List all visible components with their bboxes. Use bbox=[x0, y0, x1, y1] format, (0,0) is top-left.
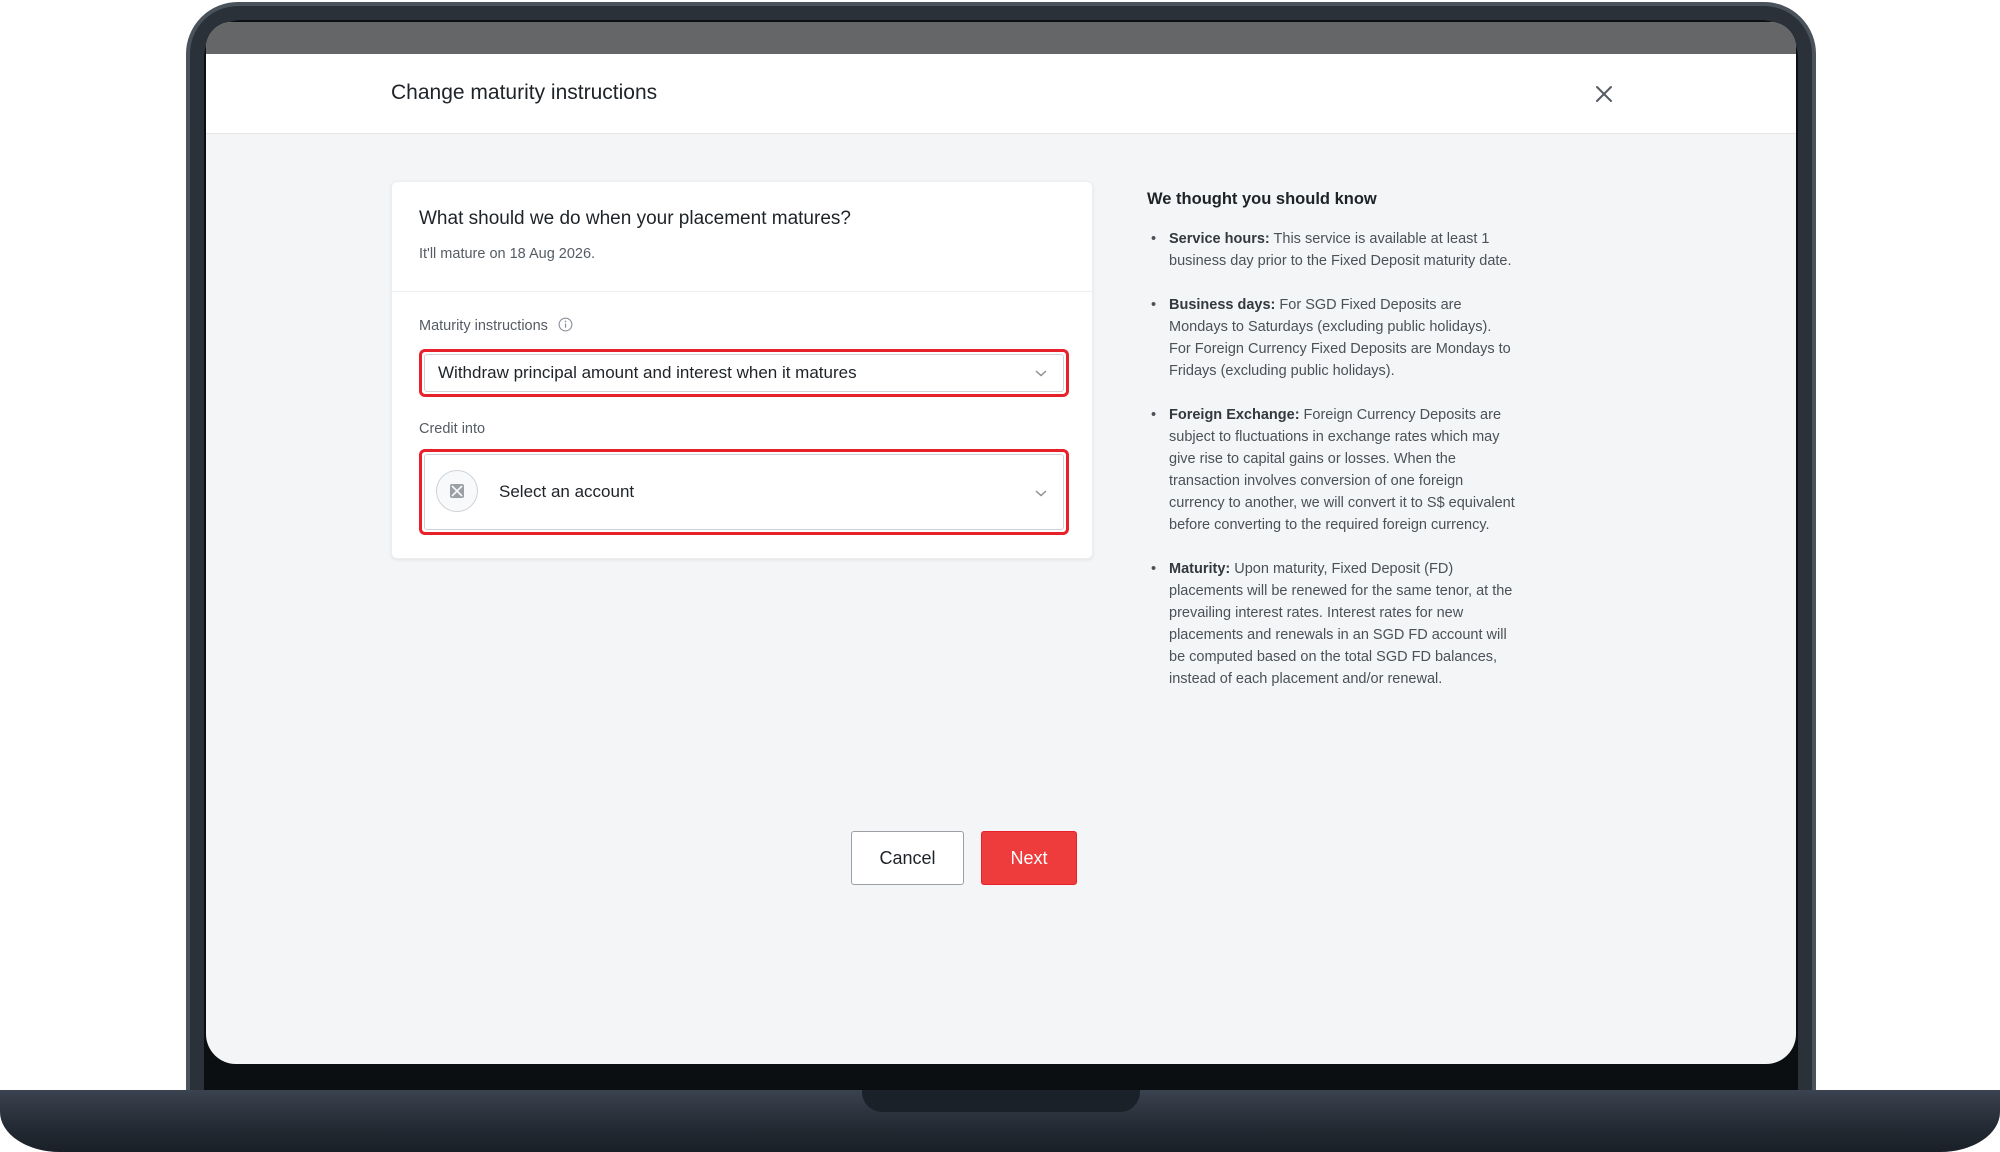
info-item-service-hours: Service hours: This service is available… bbox=[1147, 228, 1517, 272]
chevron-down-icon bbox=[1035, 490, 1047, 497]
maturity-instructions-select[interactable]: Withdraw principal amount and interest w… bbox=[419, 349, 1069, 397]
card-header: What should we do when your placement ma… bbox=[392, 182, 1092, 292]
info-icon[interactable] bbox=[558, 317, 573, 332]
close-icon bbox=[1596, 86, 1612, 102]
card-question: What should we do when your placement ma… bbox=[419, 208, 851, 229]
browser-topbar bbox=[206, 22, 1796, 54]
info-panel-title: We thought you should know bbox=[1147, 190, 1377, 208]
maturity-instructions-label: Maturity instructions bbox=[419, 317, 573, 334]
credit-account-placeholder: Select an account bbox=[499, 482, 635, 501]
maturity-instructions-value: Withdraw principal amount and interest w… bbox=[438, 363, 857, 382]
screen: Change maturity instructions What should… bbox=[206, 22, 1796, 1064]
laptop-notch bbox=[862, 1090, 1140, 1112]
chevron-down-icon bbox=[1035, 370, 1047, 377]
info-item-business-days: Business days: For SGD Fixed Deposits ar… bbox=[1147, 294, 1517, 382]
next-button[interactable]: Next bbox=[981, 831, 1077, 885]
credit-into-label: Credit into bbox=[419, 421, 486, 437]
modal-header: Change maturity instructions bbox=[206, 54, 1796, 134]
maturity-date-text: It'll mature on 18 Aug 2026. bbox=[419, 246, 596, 262]
modal-title: Change maturity instructions bbox=[391, 81, 658, 104]
info-item-maturity: Maturity: Upon maturity, Fixed Deposit (… bbox=[1147, 558, 1517, 690]
info-list: Service hours: This service is available… bbox=[1147, 228, 1517, 712]
maturity-card: What should we do when your placement ma… bbox=[391, 181, 1093, 559]
cancel-button[interactable]: Cancel bbox=[851, 831, 964, 885]
close-button[interactable] bbox=[1590, 80, 1618, 108]
info-item-foreign-exchange: Foreign Exchange: Foreign Currency Depos… bbox=[1147, 404, 1517, 536]
account-placeholder-icon bbox=[436, 470, 478, 512]
credit-account-select[interactable]: Select an account bbox=[419, 449, 1069, 535]
